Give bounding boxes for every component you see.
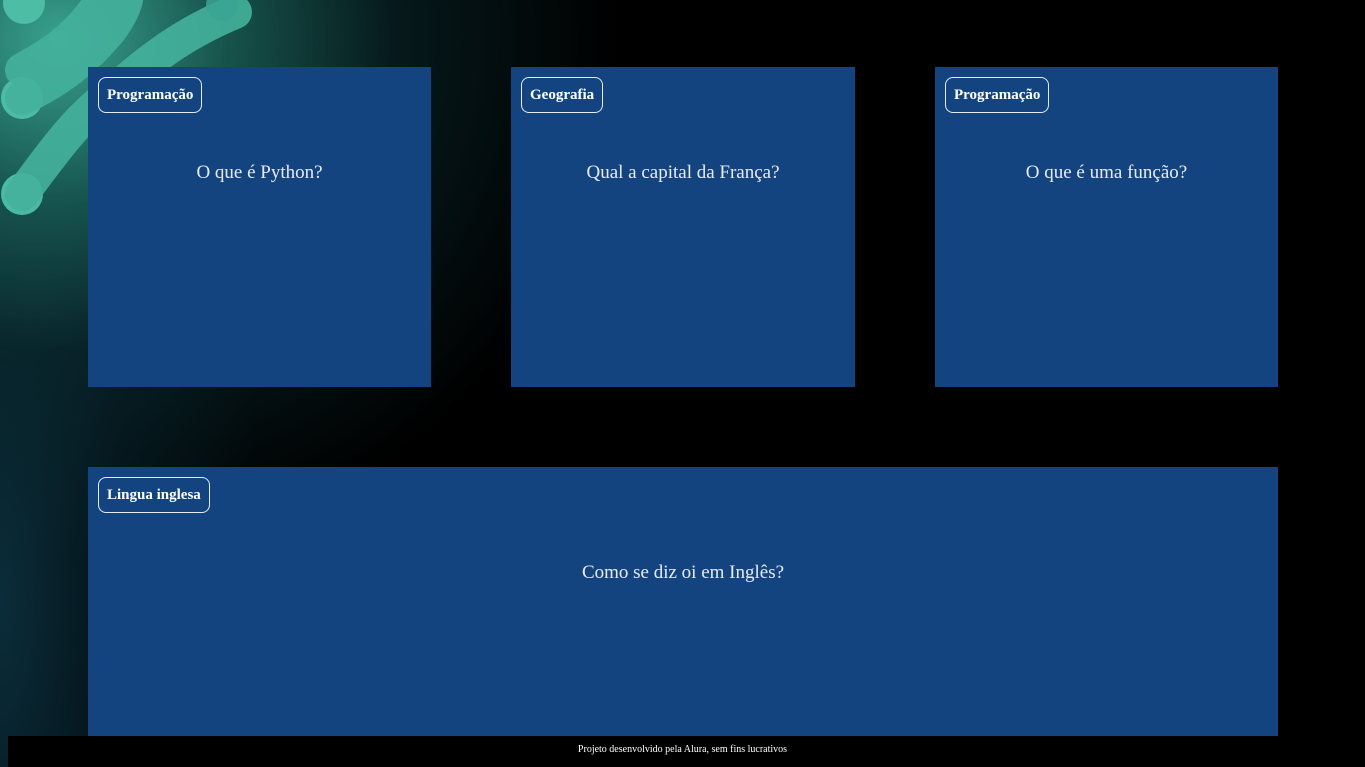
flashcard[interactable]: Programação O que é Python? — [88, 67, 431, 387]
footer-text: Projeto desenvolvido pela Alura, sem fin… — [577, 744, 788, 755]
question-text: O que é Python? — [196, 162, 323, 183]
question-text: Como se diz oi em Inglês? — [581, 562, 785, 583]
category-tag: Programação — [945, 77, 1050, 113]
page: Programação O que é Python? Geografia Qu… — [0, 0, 1365, 767]
category-tag: Lingua inglesa — [98, 477, 210, 513]
question-text: Qual a capital da França? — [586, 162, 780, 183]
flashcard[interactable]: Programação O que é uma função? — [935, 67, 1278, 387]
footer: Projeto desenvolvido pela Alura, sem fin… — [8, 736, 1365, 767]
flashcard-wide[interactable]: Lingua inglesa Como se diz oi em Inglês? — [88, 467, 1278, 736]
category-tag: Programação — [98, 77, 203, 113]
category-tag: Geografia — [521, 77, 604, 113]
flashcard[interactable]: Geografia Qual a capital da França? — [511, 67, 855, 387]
question-text: O que é uma função? — [1025, 162, 1188, 183]
